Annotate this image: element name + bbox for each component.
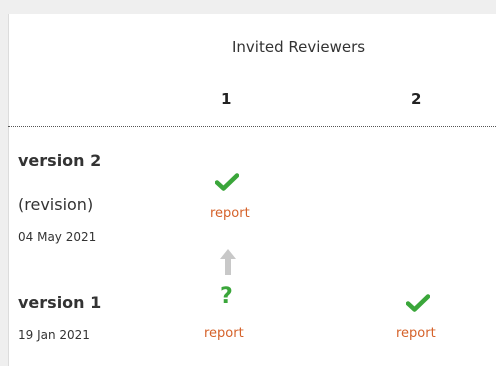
version-1-label: version 1 <box>18 293 102 312</box>
checkmark-icon <box>215 173 239 191</box>
reviewer-column-2-header: 2 <box>411 90 422 108</box>
version-2-revision-note: (revision) <box>18 195 94 214</box>
reviewer-status-panel: Invited Reviewers 1 2 version 2 (revisio… <box>8 14 496 366</box>
version-1-reviewer-2-report-link[interactable]: report <box>396 326 436 341</box>
version-2-date: 04 May 2021 <box>18 230 97 244</box>
reviewer-column-1-header: 1 <box>221 90 232 108</box>
header-divider <box>8 126 496 127</box>
arrow-up-icon <box>220 249 236 275</box>
version-1-reviewer-1-report-link[interactable]: report <box>204 326 244 341</box>
panel-left-border <box>8 14 9 366</box>
invited-reviewers-heading: Invited Reviewers <box>232 38 366 56</box>
version-2-label: version 2 <box>18 151 102 170</box>
question-mark-icon: ? <box>220 284 233 309</box>
version-2-reviewer-1-report-link[interactable]: report <box>210 206 250 221</box>
version-1-date: 19 Jan 2021 <box>18 328 90 342</box>
checkmark-icon <box>406 294 430 312</box>
